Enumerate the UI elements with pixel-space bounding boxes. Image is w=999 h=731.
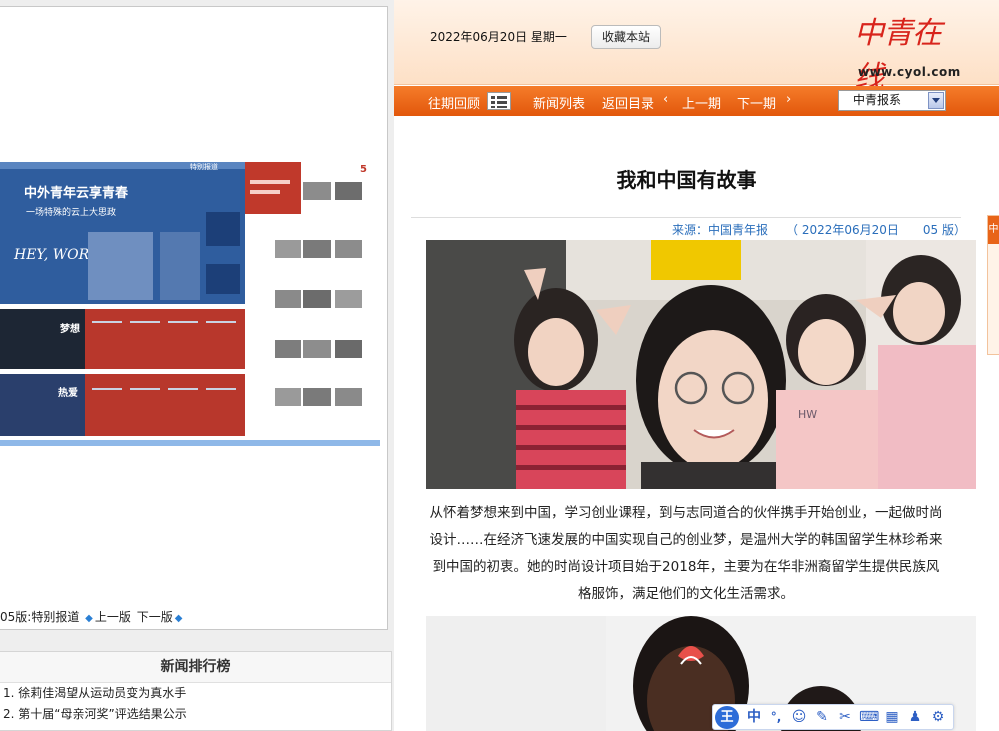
page-nav: 05版:特别报道 ◆ 上一版 下一版 ◆	[0, 608, 184, 625]
page-section-label: 特别报道	[190, 162, 218, 171]
article-photo-selfie: HW	[426, 240, 976, 489]
left-panel: 特别报道 中外青年云享青春 一场特殊的云上大思政 HEY, WORLD 5 梦想…	[0, 0, 392, 731]
dropdown-arrow-icon[interactable]	[928, 92, 944, 109]
page-number: 5	[360, 164, 367, 175]
article-body: 从怀着梦想来到中国，学习创业课程，到与志同道合的伙伴携手开始创业，一起做时尚设计…	[429, 505, 943, 602]
newspaper-page-thumbnail[interactable]: 特别报道 中外青年云享青春 一场特殊的云上大思政 HEY, WORLD 5 梦想…	[0, 156, 380, 449]
ranking-item[interactable]: 1. 徐莉佳渴望从运动员变为真水手	[0, 683, 391, 704]
current-page-label: 05版:特别报道	[0, 610, 80, 624]
ime-handwrite-icon[interactable]: ✎	[813, 708, 831, 727]
paper-select[interactable]: 中青报系	[838, 90, 946, 111]
ime-keyboard-icon[interactable]: ⌨	[859, 708, 879, 727]
svg-text:HW: HW	[798, 408, 817, 421]
back-to-toc-link[interactable]: 返回目录	[602, 93, 654, 112]
page: 特别报道 中外青年云享青春 一场特殊的云上大思政 HEY, WORLD 5 梦想…	[0, 0, 999, 731]
side-float-tab[interactable]: 中	[987, 215, 999, 355]
page-passion-label: 热爱	[58, 386, 78, 399]
chevron-right-icon: ›	[786, 92, 792, 107]
ime-punctuation-icon[interactable]: °,	[767, 708, 785, 727]
logo-text: 中青在线	[854, 16, 942, 95]
next-page-link[interactable]: 下一版	[137, 610, 173, 624]
right-panel: 2022年06月20日 星期一 收藏本站 中青在线 www.cyol.com 往…	[394, 0, 999, 731]
header: 2022年06月20日 星期一 收藏本站 中青在线 www.cyol.com	[394, 0, 999, 95]
title-divider	[411, 217, 961, 218]
ranking-title: 新闻排行榜	[0, 652, 391, 683]
page-dream-label: 梦想	[60, 322, 80, 335]
ime-settings-icon[interactable]: ⚙	[929, 708, 947, 727]
paper-select-value: 中青报系	[853, 93, 902, 107]
paper-frame: 特别报道 中外青年云享青春 一场特殊的云上大思政 HEY, WORLD 5 梦想…	[0, 6, 388, 630]
page-headline: 中外青年云享青春	[24, 185, 129, 201]
ime-emoji-icon[interactable]: ☺	[790, 708, 808, 727]
prev-page-arrow-icon[interactable]: ◆	[85, 613, 93, 624]
issue-date: 2022年06月20日 星期一	[430, 30, 567, 44]
ime-grid-icon[interactable]: ▦	[883, 708, 901, 727]
article-title: 我和中国有故事	[616, 168, 757, 192]
chevron-left-icon: ‹	[663, 92, 669, 107]
ime-chinese-mode-icon[interactable]: 中	[745, 708, 763, 727]
ranking-item[interactable]: 2. 第十届“母亲河奖”评选结果公示	[0, 704, 391, 725]
news-list-link[interactable]: 新闻列表	[533, 93, 585, 112]
article-source: 来源：中国青年报 （ 2022年06月20日 05 版）	[672, 223, 966, 237]
ime-toolbar: 王 中 °, ☺ ✎ ✂ ⌨ ▦ ♟ ⚙	[712, 704, 954, 730]
ime-logo-icon[interactable]: 王	[715, 706, 739, 729]
bookmark-button[interactable]: 收藏本站	[591, 25, 661, 49]
next-page-arrow-icon[interactable]: ◆	[175, 613, 183, 624]
news-ranking: 新闻排行榜 1. 徐莉佳渴望从运动员变为真水手 2. 第十届“母亲河奖”评选结果…	[0, 651, 392, 731]
prev-issue-link[interactable]: 上一期	[682, 93, 721, 112]
side-tab-label: 中	[988, 216, 999, 244]
prev-page-link[interactable]: 上一版	[95, 610, 131, 624]
ime-skin-icon[interactable]: ♟	[906, 708, 924, 727]
calendar-grid-icon[interactable]	[487, 92, 511, 110]
next-issue-link[interactable]: 下一期	[737, 93, 776, 112]
page-subhead: 一场特殊的云上大思政	[26, 206, 116, 218]
logo-url: www.cyol.com	[858, 65, 961, 79]
back-issues-link[interactable]: 往期回顾	[428, 93, 480, 112]
site-logo[interactable]: 中青在线 www.cyol.com	[852, 8, 962, 95]
navbar: 往期回顾 新闻列表 返回目录 ‹ 上一期 下一期 › 中青报系	[394, 86, 999, 116]
ime-scissors-icon[interactable]: ✂	[836, 708, 854, 727]
